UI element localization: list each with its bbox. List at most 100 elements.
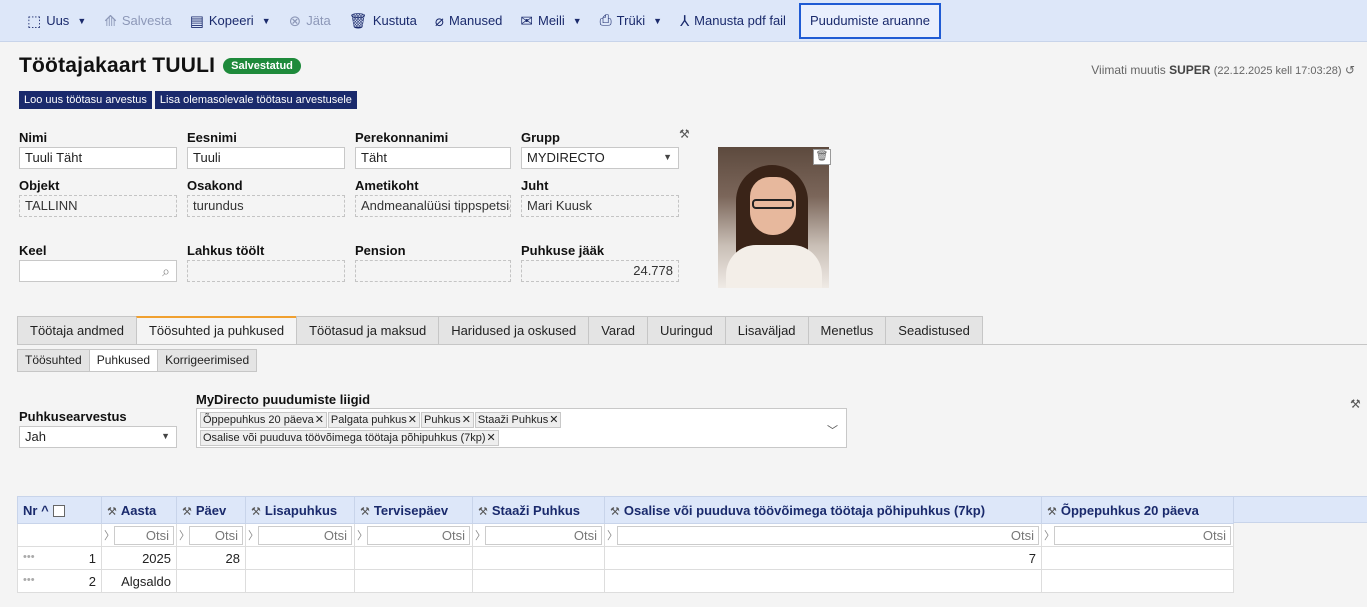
filter-input[interactable]: Otsi	[617, 525, 1039, 545]
cell-aasta[interactable]: 2025	[101, 546, 177, 570]
search-icon[interactable]: ⌕	[162, 263, 170, 280]
subtab-puhkused[interactable]: Puhkused	[88, 349, 158, 372]
history-icon[interactable]: ↺	[1345, 63, 1355, 77]
col-tervisepaev[interactable]: ⚒ Tervisepäev	[354, 496, 473, 524]
chevron-right-icon[interactable]: 〉	[357, 527, 368, 543]
chevron-down-icon[interactable]: ▼	[573, 16, 582, 26]
pension-field[interactable]	[355, 260, 511, 282]
cell-oppepuhkus[interactable]	[1041, 569, 1234, 593]
filter-input[interactable]: Otsi	[189, 525, 243, 545]
tab-uuringud[interactable]: Uuringud	[646, 316, 725, 345]
remove-icon[interactable]: ✕	[462, 414, 471, 426]
position-field[interactable]: Andmeanalüüsi tippspetsialist	[355, 195, 511, 217]
row-menu-icon[interactable]: •••	[23, 574, 35, 586]
remove-icon[interactable]: ✕	[487, 432, 496, 444]
cell-oppepuhkus[interactable]	[1041, 546, 1234, 570]
table-row[interactable]: ••• 2 Algsaldo	[17, 569, 1234, 593]
chevron-down-icon[interactable]: ﹀	[827, 422, 838, 438]
wrench-icon[interactable]: ⚒	[182, 506, 192, 518]
chevron-right-icon[interactable]: 〉	[248, 527, 259, 543]
wrench-icon[interactable]: ⚒	[610, 506, 620, 518]
wrench-icon[interactable]: ⚒	[478, 506, 488, 518]
name-input[interactable]: Tuuli Täht	[19, 147, 177, 169]
chevron-down-icon[interactable]: ▼	[653, 16, 662, 26]
print-button[interactable]: ⎙ Trüki ▼	[591, 4, 671, 38]
attach-pdf-button[interactable]: ⅄ Manusta pdf fail	[671, 4, 795, 38]
chevron-right-icon[interactable]: 〉	[475, 527, 486, 543]
employee-photo[interactable]	[718, 147, 829, 288]
department-field[interactable]: turundus	[187, 195, 345, 217]
delete-photo-icon[interactable]: 🗑	[813, 149, 831, 165]
attachments-button[interactable]: ⌀ Manused	[426, 4, 512, 38]
chevron-right-icon[interactable]: 〉	[179, 527, 190, 543]
skip-button[interactable]: ⊗ Jäta	[280, 4, 340, 38]
cell-staazi[interactable]	[472, 569, 605, 593]
save-button[interactable]: ⟰ Salvesta	[95, 4, 180, 38]
wrench-icon[interactable]: ⚒	[679, 127, 690, 141]
tab-toosuhted-ja-puhkused[interactable]: Töösuhted ja puhkused	[135, 316, 297, 345]
col-lisapuhkus[interactable]: ⚒ Lisapuhkus	[245, 496, 355, 524]
tab-tootaja-andmed[interactable]: Töötaja andmed	[17, 316, 136, 345]
cell-tervisepaev[interactable]	[354, 569, 473, 593]
filter-input[interactable]: Otsi	[1054, 525, 1231, 545]
cell-osalise[interactable]: 7	[604, 546, 1042, 570]
filter-input[interactable]: Otsi	[485, 525, 602, 545]
cell-paev[interactable]: 28	[176, 546, 246, 570]
new-salary-calc-button[interactable]: Loo uus töötasu arvestus	[19, 91, 152, 109]
cell-aasta[interactable]: Algsaldo	[101, 569, 177, 593]
copy-button[interactable]: ▤ Kopeeri ▼	[181, 4, 280, 38]
add-to-salary-calc-button[interactable]: Lisa olemasolevale töötasu arvestusele	[154, 91, 357, 109]
col-paev[interactable]: ⚒ Päev	[176, 496, 246, 524]
cell-lisapuhkus[interactable]	[245, 569, 355, 593]
last-name-input[interactable]: Täht	[355, 147, 511, 169]
wrench-icon[interactable]: ⚒	[360, 506, 370, 518]
chevron-down-icon[interactable]: ▼	[262, 16, 271, 26]
tab-tootasud-ja-maksud[interactable]: Töötasud ja maksud	[296, 316, 439, 345]
col-aasta[interactable]: ⚒ Aasta	[101, 496, 177, 524]
wrench-icon[interactable]: ⚒	[1350, 397, 1361, 411]
col-nr[interactable]: Nr ^	[17, 496, 102, 524]
select-all-checkbox[interactable]	[52, 504, 65, 517]
cell-osalise[interactable]	[604, 569, 1042, 593]
chevron-down-icon[interactable]: ▼	[77, 16, 86, 26]
chevron-right-icon[interactable]: 〉	[1044, 527, 1055, 543]
group-select[interactable]: MYDIRECTO ▼	[521, 147, 679, 169]
wrench-icon[interactable]: ⚒	[107, 506, 117, 518]
object-field[interactable]: TALLINN	[19, 195, 177, 217]
remove-icon[interactable]: ✕	[315, 414, 324, 426]
cell-paev[interactable]	[176, 569, 246, 593]
col-staazi-puhkus[interactable]: ⚒ Staaži Puhkus	[472, 496, 605, 524]
col-osalise[interactable]: ⚒ Osalise või puuduva töövõimega töötaja …	[604, 496, 1042, 524]
new-button[interactable]: ⬚ Uus ▼	[18, 4, 95, 38]
row-nr-cell[interactable]: ••• 1	[17, 546, 102, 570]
tab-varad[interactable]: Varad	[588, 316, 647, 345]
cell-lisapuhkus[interactable]	[245, 546, 355, 570]
remove-icon[interactable]: ✕	[408, 414, 417, 426]
col-oppepuhkus[interactable]: ⚒ Õppepuhkus 20 päeva	[1041, 496, 1234, 524]
filter-input[interactable]: Otsi	[258, 525, 352, 545]
row-menu-icon[interactable]: •••	[23, 551, 35, 563]
first-name-input[interactable]: Tuuli	[187, 147, 345, 169]
vacation-calc-select[interactable]: Jah ▼	[19, 426, 177, 448]
sort-up-icon[interactable]: ^	[41, 503, 49, 518]
language-input[interactable]: ⌕	[19, 260, 177, 282]
filter-input[interactable]: Otsi	[114, 525, 174, 545]
tab-haridused-ja-oskused[interactable]: Haridused ja oskused	[438, 316, 589, 345]
absence-report-button[interactable]: Puudumiste aruanne	[798, 2, 941, 39]
subtab-korrigeerimised[interactable]: Korrigeerimised	[157, 349, 258, 372]
cell-staazi[interactable]	[472, 546, 605, 570]
row-nr-cell[interactable]: ••• 2	[17, 569, 102, 593]
remove-icon[interactable]: ✕	[549, 414, 558, 426]
cell-tervisepaev[interactable]	[354, 546, 473, 570]
left-date-field[interactable]	[187, 260, 345, 282]
chevron-right-icon[interactable]: 〉	[104, 527, 115, 543]
manager-field[interactable]: Mari Kuusk	[521, 195, 679, 217]
absence-types-multiselect[interactable]: Õppepuhkus 20 päeva✕ Palgata puhkus✕ Puhku…	[196, 408, 847, 448]
chevron-right-icon[interactable]: 〉	[607, 527, 618, 543]
tab-menetlus[interactable]: Menetlus	[807, 316, 886, 345]
tab-lisavaljad[interactable]: Lisaväljad	[724, 316, 808, 345]
table-row[interactable]: ••• 1 2025 28 7	[17, 546, 1234, 570]
mail-button[interactable]: ✉ Meili ▼	[511, 4, 590, 38]
subtab-toosuhted[interactable]: Töösuhted	[17, 349, 89, 372]
filter-input[interactable]: Otsi	[367, 525, 470, 545]
